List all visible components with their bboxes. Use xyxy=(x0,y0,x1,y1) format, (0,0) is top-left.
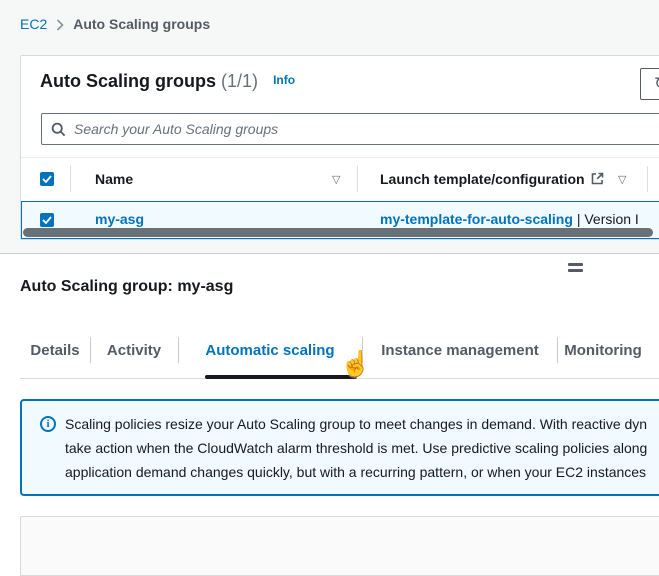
tab-automatic-scaling[interactable]: Automatic scaling xyxy=(205,342,334,359)
tab-divider xyxy=(90,337,91,363)
hand-cursor-icon: ☝ xyxy=(340,350,371,379)
table-header-row: Name ▽ Launch template/configuration ▽ xyxy=(21,158,659,201)
policies-section-card xyxy=(20,516,659,576)
asg-list-card: Auto Scaling groups (1/1) Info ↻ Name ▽ … xyxy=(20,55,659,240)
breadcrumb-chevron-icon xyxy=(56,19,64,31)
split-panel-drag-handle[interactable] xyxy=(568,263,583,275)
tab-monitoring[interactable]: Monitoring xyxy=(564,342,641,359)
list-title: Auto Scaling groups (1/1) Info xyxy=(40,71,295,92)
column-divider xyxy=(357,166,358,192)
breadcrumb: EC2 Auto Scaling groups xyxy=(20,16,210,32)
checkmark-icon xyxy=(42,216,52,224)
active-tab-underline xyxy=(205,375,357,379)
search-box xyxy=(41,113,659,145)
refresh-icon: ↻ xyxy=(654,74,659,93)
column-divider xyxy=(647,166,648,192)
sort-icon-name[interactable]: ▽ xyxy=(332,173,340,186)
row-checkbox[interactable] xyxy=(40,213,54,227)
breadcrumb-ec2-link[interactable]: EC2 xyxy=(20,16,47,32)
launch-template-version: | Version I xyxy=(577,211,639,227)
tab-divider xyxy=(557,337,558,363)
info-link[interactable]: Info xyxy=(273,73,295,87)
drag-handle-bar xyxy=(568,263,583,266)
refresh-button[interactable]: ↻ xyxy=(640,68,659,100)
column-header-name[interactable]: Name xyxy=(95,171,133,187)
external-link-icon[interactable] xyxy=(591,172,604,190)
sort-icon-launch-template[interactable]: ▽ xyxy=(618,173,626,186)
drag-handle-bar xyxy=(568,269,583,272)
tab-activity[interactable]: Activity xyxy=(107,342,161,359)
list-page-section: EC2 Auto Scaling groups Auto Scaling gro… xyxy=(0,0,659,253)
info-icon: i xyxy=(40,416,56,432)
alert-line: take action when the CloudWatch alarm th… xyxy=(65,436,647,460)
alert-text: Scaling policies resize your Auto Scalin… xyxy=(65,412,647,483)
alert-line: application demand changes quickly, but … xyxy=(65,460,647,484)
select-all-checkbox[interactable] xyxy=(40,172,54,186)
checkmark-icon xyxy=(42,175,52,183)
tab-instance-management[interactable]: Instance management xyxy=(381,342,539,359)
column-header-launch-template[interactable]: Launch template/configuration xyxy=(380,171,585,187)
tab-details[interactable]: Details xyxy=(30,342,79,359)
launch-template-link[interactable]: my-template-for-auto-scaling xyxy=(380,211,573,227)
alert-line: Scaling policies resize your Auto Scalin… xyxy=(65,412,647,436)
horizontal-scrollbar-thumb[interactable] xyxy=(23,228,653,237)
tab-divider xyxy=(178,337,179,363)
asg-name-link[interactable]: my-asg xyxy=(95,211,144,227)
split-panel-title: Auto Scaling group: my-asg xyxy=(20,278,233,296)
breadcrumb-current: Auto Scaling groups xyxy=(73,16,210,32)
split-panel: Auto Scaling group: my-asg Details Activ… xyxy=(0,253,659,534)
search-input[interactable] xyxy=(74,121,659,137)
list-title-text: Auto Scaling groups xyxy=(40,71,216,91)
list-counter: (1/1) xyxy=(221,71,258,91)
search-icon xyxy=(51,122,66,137)
scaling-policies-info-alert: i Scaling policies resize your Auto Scal… xyxy=(20,399,659,496)
column-divider xyxy=(70,166,71,192)
